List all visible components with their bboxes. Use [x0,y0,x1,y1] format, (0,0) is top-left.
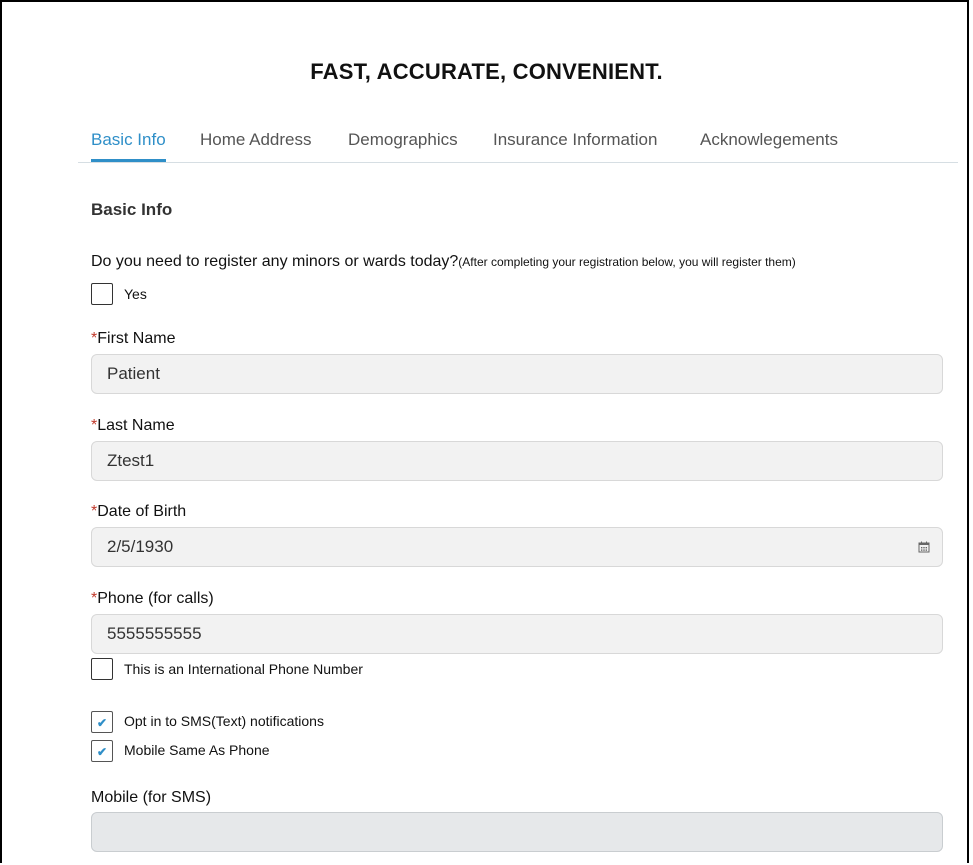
tab-insurance-information[interactable]: Insurance Information [493,126,657,161]
mobile-same-checkbox[interactable]: ✔ [91,740,113,762]
last-name-label: *Last Name [91,417,175,435]
dob-input[interactable]: 2/5/1930 [91,527,943,567]
mobile-label: Mobile (for SMS) [91,789,212,806]
phone-input[interactable]: 5555555555 [91,614,943,654]
mobile-input[interactable] [91,812,943,852]
calendar-icon[interactable] [918,541,930,553]
first-name-input[interactable]: Patient [91,354,943,394]
tab-bar: Basic Info Home Address Demographics Ins… [78,126,958,163]
tab-home-address[interactable]: Home Address [200,126,312,161]
section-title: Basic Info [91,200,173,219]
dob-label-text: Date of Birth [97,503,187,520]
minors-yes-checkbox[interactable] [91,283,113,305]
international-phone-checkbox[interactable] [91,658,113,680]
minors-question: Do you need to register any minors or wa… [91,253,796,271]
dob-value: 2/5/1930 [107,537,174,556]
phone-label: *Phone (for calls) [91,590,214,608]
first-name-label: *First Name [91,330,175,348]
tab-demographics[interactable]: Demographics [348,126,458,161]
sms-opt-in-label: Opt in to SMS(Text) notifications [124,713,324,729]
tab-acknowledgements[interactable]: Acknowlegements [700,126,838,161]
first-name-label-text: First Name [97,330,176,347]
minors-question-text: Do you need to register any minors or wa… [91,253,459,270]
tab-basic-info[interactable]: Basic Info [91,126,166,162]
checkmark-icon: ✔ [96,745,108,759]
phone-label-text: Phone (for calls) [97,590,214,607]
mobile-same-label: Mobile Same As Phone [124,742,270,758]
sms-opt-in-checkbox[interactable]: ✔ [91,711,113,733]
minors-question-note: (After completing your registration belo… [458,255,796,269]
last-name-label-text: Last Name [97,417,175,434]
last-name-input[interactable]: Ztest1 [91,441,943,481]
international-phone-label: This is an International Phone Number [124,661,363,677]
minors-yes-label: Yes [124,286,147,302]
page-title: FAST, ACCURATE, CONVENIENT. [310,59,663,84]
checkmark-icon: ✔ [96,716,108,730]
dob-label: *Date of Birth [91,503,186,521]
